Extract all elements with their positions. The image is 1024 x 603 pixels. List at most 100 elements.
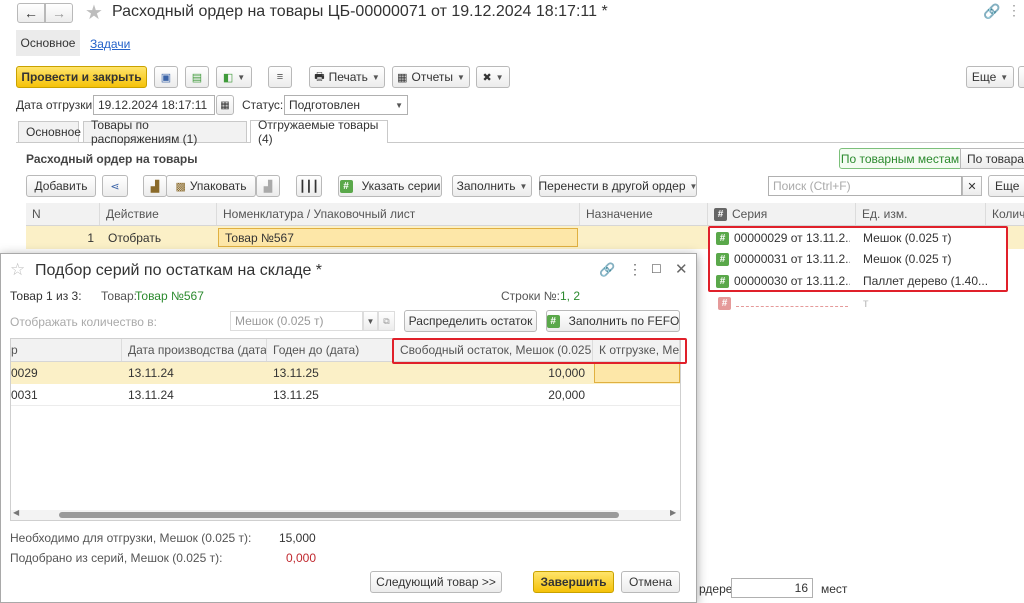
row-item[interactable]: Товар №567 <box>218 228 578 247</box>
menu-dots-icon[interactable]: ⋮ <box>1007 2 1021 19</box>
grid-more-button[interactable]: Еще <box>988 175 1024 197</box>
places-input[interactable]: 16 <box>731 578 813 598</box>
pack-button[interactable]: ▩ Упаковать <box>166 175 256 197</box>
close-icon: ✕ <box>967 180 977 193</box>
status-select[interactable]: Подготовлен ▼ <box>284 95 408 115</box>
add-row-button[interactable]: Добавить <box>26 175 96 197</box>
free-balance-highlight-box <box>392 338 687 364</box>
open-icon: ⧉ <box>383 315 390 326</box>
print-button[interactable]: 🖶 Печать ▼ <box>309 66 385 88</box>
places-value: 16 <box>794 581 808 595</box>
qty-unit-open[interactable]: ⧉ <box>378 311 395 331</box>
tools-button[interactable]: ✖ ▼ <box>476 66 510 88</box>
dialog-star-icon[interactable]: ☆ <box>10 260 25 280</box>
chevron-down-icon: ▼ <box>689 181 698 191</box>
dialog-link-icon[interactable]: 🔗 <box>599 262 615 278</box>
search-clear-button[interactable]: ✕ <box>962 176 982 196</box>
more-button[interactable]: Еще ▼ <box>966 66 1014 88</box>
view-by-goods-toggle[interactable]: По товарам <box>960 148 1024 169</box>
finish-button[interactable]: Завершить <box>533 571 614 593</box>
col-series-label: Серия <box>732 207 768 221</box>
search-placeholder: Поиск (Ctrl+F) <box>773 179 851 193</box>
post-button[interactable]: ▤ <box>185 66 209 88</box>
drow-2-prod: 13.11.24 <box>128 388 174 402</box>
chevron-down-icon: ▼ <box>371 72 380 82</box>
view-by-places-label: По товарным местам <box>840 151 960 166</box>
dcol-prod-date[interactable]: Дата производства (дата) <box>122 339 267 361</box>
drow-1-ship-input[interactable] <box>594 363 680 383</box>
picked-label: Подобрано из серий, Мешок (0.025 т): <box>10 551 223 565</box>
main-grid-header: N Действие Номенклатура / Упаковочный ли… <box>26 203 1024 226</box>
places-unit: мест <box>821 582 848 596</box>
col-action[interactable]: Действие <box>100 203 217 225</box>
search-input[interactable]: Поиск (Ctrl+F) <box>768 176 962 196</box>
col-unit[interactable]: Ед. изм. <box>856 203 986 225</box>
chevron-down-icon: ▼ <box>456 72 465 82</box>
dialog-menu-icon[interactable]: ⋮ <box>628 261 642 278</box>
series-highlight-box <box>708 226 1008 292</box>
fill-fefo-label: Заполнить по FEFO <box>568 314 680 328</box>
doc-tab-shipped[interactable]: Отгружаемые товары (4) <box>250 118 388 146</box>
chevron-down-icon: ▼ <box>366 316 375 326</box>
col-purpose[interactable]: Назначение <box>580 203 708 225</box>
distribute-button[interactable]: Распределить остаток <box>404 310 537 332</box>
cancel-button[interactable]: Отмена <box>621 571 680 593</box>
fill-label: Заполнить <box>456 179 516 193</box>
move-to-order-button[interactable]: Перенести в другой ордер ▼ <box>539 175 697 197</box>
need-value: 15,000 <box>279 531 316 545</box>
qty-unit-select[interactable]: Мешок (0.025 т) <box>230 311 363 331</box>
qty-unit-dropdown[interactable]: ▼ <box>363 311 378 331</box>
create-based-on-button[interactable]: ◧ ▼ <box>216 66 252 88</box>
series-selection-dialog: ☆ Подбор серий по остаткам на складе * 🔗… <box>0 253 697 603</box>
calendar-button[interactable]: ▦ <box>216 95 234 115</box>
nav-tab-main-label: Основное <box>20 36 76 50</box>
col-item[interactable]: Номенклатура / Упаковочный лист <box>217 203 580 225</box>
share-button[interactable]: ⋖ <box>102 175 128 197</box>
pack-extra-button[interactable]: ▟ <box>256 175 280 197</box>
print-label: Печать <box>328 70 368 84</box>
extra-series-row[interactable]: # <box>712 294 852 312</box>
back-button[interactable]: ← <box>17 3 45 23</box>
scroll-right-icon[interactable]: ▶ <box>670 508 676 517</box>
next-goods-button[interactable]: Следующий товар >> <box>370 571 502 593</box>
dialog-close-icon[interactable]: ✕ <box>675 260 688 278</box>
maximize-icon[interactable]: ☐ <box>651 262 662 276</box>
dcol-expiry[interactable]: Годен до (дата) <box>267 339 394 361</box>
col-n[interactable]: N <box>26 203 100 225</box>
series-missing-icon: # <box>718 296 731 310</box>
view-by-places-toggle[interactable]: По товарным местам <box>839 148 961 169</box>
link-icon[interactable]: 🔗 <box>983 3 1000 20</box>
next-goods-label: Следующий товар >> <box>376 575 496 589</box>
forward-button[interactable]: → <box>45 3 73 23</box>
fill-button[interactable]: Заполнить ▼ <box>452 175 532 197</box>
dcol-series[interactable]: р <box>11 339 122 361</box>
drow-2-ship[interactable] <box>594 384 680 406</box>
barcode-button[interactable]: ┃┃┃ <box>296 175 322 197</box>
nav-tab-tasks[interactable]: Задачи <box>90 37 130 51</box>
fill-fefo-button[interactable]: # Заполнить по FEFO <box>546 310 680 332</box>
box-gray-icon: ▟ <box>263 180 273 193</box>
scrollbar-thumb[interactable] <box>59 512 619 518</box>
series-header-icon: # <box>714 207 727 221</box>
share-icon: ⋖ <box>110 180 120 193</box>
ship-date-input[interactable]: 19.12.2024 18:17:11 <box>93 95 215 115</box>
doc-tab-main[interactable]: Основное <box>18 121 81 142</box>
save-button[interactable]: ▣ <box>154 66 178 88</box>
col-qty[interactable]: Количество <box>986 203 1024 225</box>
qty-unit-value: Мешок (0.025 т) <box>235 314 324 328</box>
reports-button[interactable]: ▦ Отчеты ▼ <box>392 66 470 88</box>
journal-button[interactable]: ≡ <box>268 66 292 88</box>
post-and-close-button[interactable]: Провести и закрыть <box>16 66 147 88</box>
favorite-star-icon[interactable]: ★ <box>85 0 103 25</box>
horizontal-scrollbar[interactable]: ◀ ▶ <box>11 508 680 520</box>
scroll-left-icon[interactable]: ◀ <box>13 508 19 517</box>
specify-series-button[interactable]: # Указать серии <box>338 175 442 197</box>
help-button[interactable] <box>1018 66 1024 88</box>
nav-tab-main[interactable]: Основное <box>16 30 80 56</box>
chevron-down-icon: ▼ <box>495 72 504 82</box>
col-series[interactable]: # Серия <box>708 203 856 225</box>
chevron-down-icon: ▼ <box>237 72 246 82</box>
doc-tab-orders[interactable]: Товары по распоряжениям (1) <box>83 118 247 146</box>
unpack-button[interactable]: ▟ <box>143 175 167 197</box>
rows-value: 1, 2 <box>560 289 581 303</box>
